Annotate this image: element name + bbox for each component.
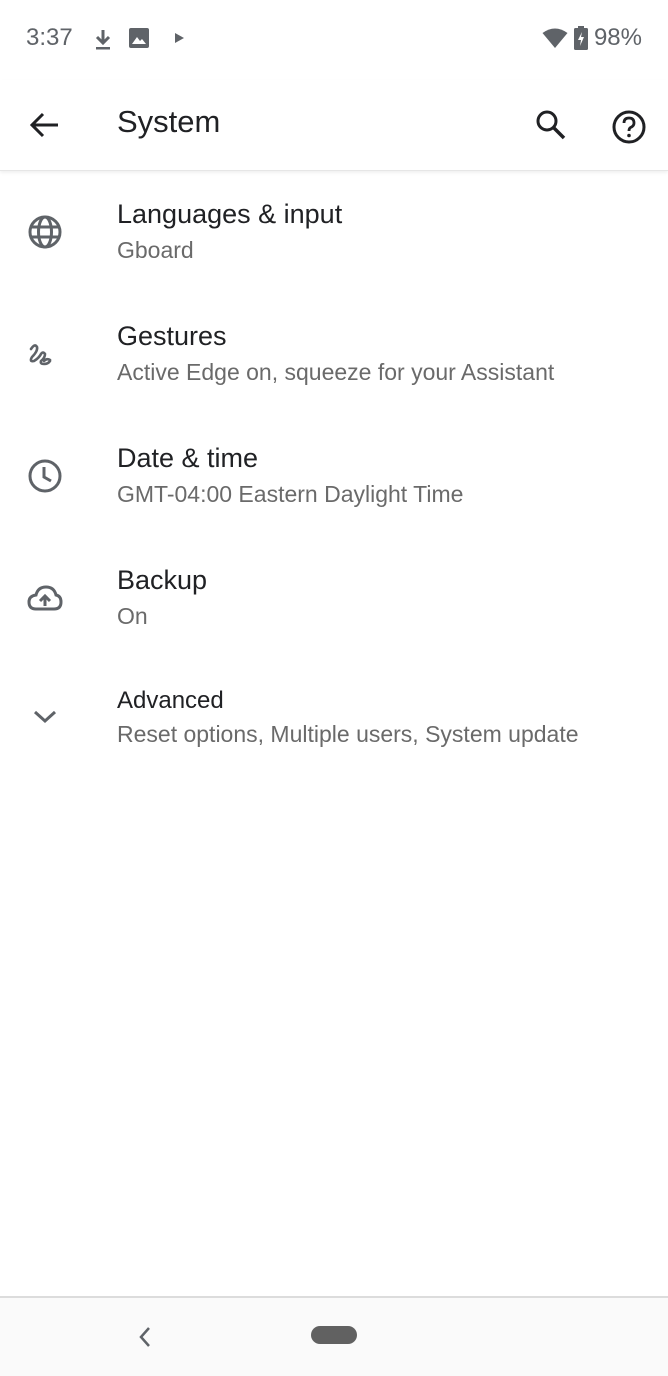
battery-charging-icon [573, 26, 588, 50]
page-title: System [117, 104, 221, 139]
chevron-down-icon [33, 710, 57, 724]
settings-list: Languages & input Gboard Gestures Active… [0, 171, 668, 781]
item-summary: Active Edge on, squeeze for your Assista… [117, 359, 555, 385]
status-bar: 3:37 98% [0, 0, 668, 80]
wifi-icon [542, 28, 568, 48]
list-item-gestures[interactable]: Gestures Active Edge on, squeeze for you… [0, 293, 668, 415]
image-icon [129, 28, 149, 48]
help-icon [612, 110, 646, 144]
help-button[interactable] [609, 107, 649, 147]
list-item-date-time[interactable]: Date & time GMT-04:00 Eastern Daylight T… [0, 415, 668, 537]
item-summary: Reset options, Multiple users, System up… [117, 721, 579, 747]
globe-icon [28, 215, 62, 249]
home-pill[interactable] [311, 1326, 357, 1344]
item-title: Languages & input [117, 199, 343, 229]
search-button[interactable] [533, 107, 569, 143]
item-title: Date & time [117, 443, 259, 473]
item-summary: On [117, 603, 148, 629]
item-summary: GMT-04:00 Eastern Daylight Time [117, 481, 464, 507]
back-button[interactable] [26, 107, 64, 143]
download-icon [95, 30, 111, 50]
item-summary: Gboard [117, 237, 194, 263]
gesture-icon [29, 344, 52, 366]
nav-back-button[interactable] [134, 1322, 156, 1352]
battery-percent: 98% [593, 24, 642, 51]
arrow-back-icon [29, 112, 58, 138]
list-item-advanced[interactable]: Advanced Reset options, Multiple users, … [0, 659, 668, 781]
status-time: 3:37 [26, 24, 73, 51]
item-title: Gestures [117, 321, 227, 351]
navigation-bar [0, 1296, 668, 1376]
app-bar: System [0, 80, 668, 171]
nav-back-icon [139, 1327, 150, 1347]
list-item-backup[interactable]: Backup On [0, 537, 668, 659]
item-title: Backup [117, 565, 208, 595]
item-title: Advanced [117, 687, 224, 714]
cloud-upload-icon [27, 585, 63, 611]
play-store-icon [175, 33, 184, 43]
search-icon [536, 110, 566, 140]
status-right: 98% [542, 24, 642, 52]
list-item-languages[interactable]: Languages & input Gboard [0, 171, 668, 293]
clock-icon [28, 459, 62, 493]
